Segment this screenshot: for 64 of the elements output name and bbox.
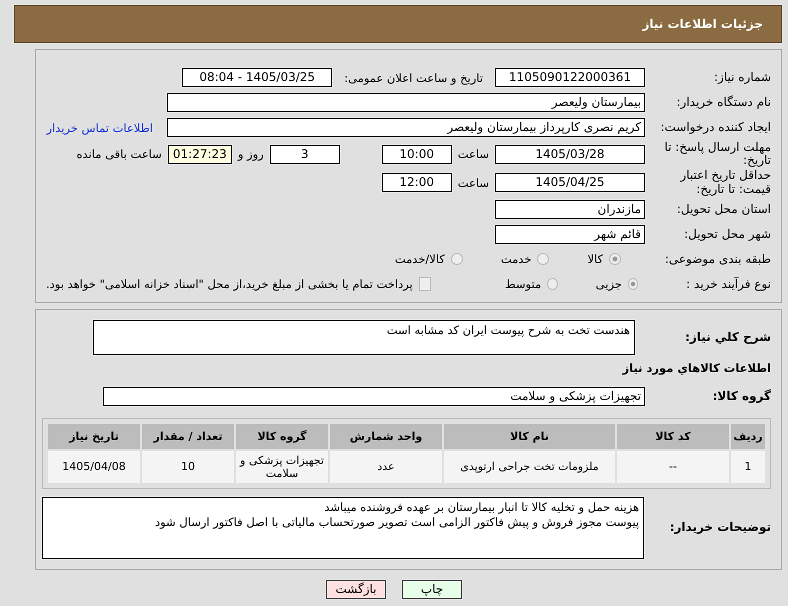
validity-date-field: 1405/04/25	[495, 173, 645, 192]
goods-group-field: تجهیزات پزشکی و سلامت	[103, 386, 645, 406]
province-field: مازندران	[495, 200, 645, 219]
page-title: جزئیات اطلاعات نیاز	[642, 17, 763, 31]
field-label: استان محل تحویل:	[676, 202, 771, 216]
buyer-org-field: بیمارستان ولیعصر	[167, 93, 645, 112]
deadline-time-field: 10:00	[382, 144, 452, 164]
column-header: کد کالا	[616, 422, 730, 450]
note-line: پیوست مجوز فروش و پیش فاکتور الزامی است تصویر صورتحساب مالیاتی با اصل فاکتور ارسال شود	[154, 514, 640, 530]
field-label: مهلت ارسال پاسخ: تا تاریخ:	[663, 141, 771, 168]
field-label: نام دستگاه خریدار:	[676, 96, 771, 110]
column-header: تعداد / مقدار	[141, 422, 235, 450]
radio-label: متوسط	[505, 277, 542, 292]
column-header: نام کالا	[443, 422, 616, 450]
section-title: اطلاعات کالاهاي مورد نياز	[621, 360, 771, 375]
radio-button[interactable]	[609, 253, 621, 266]
column-header: گروه کالا	[235, 422, 329, 450]
column-header: تاریخ نیاز	[47, 422, 141, 450]
radio-label: خدمت	[500, 252, 532, 266]
remaining-time-field: 01:27:23	[168, 144, 232, 164]
note-line: هزینه حمل و تخلیه کالا تا انبار بیمارستان بر عهده فروشنده میباشد	[323, 500, 640, 515]
deadline-date-field: 1405/03/28	[495, 144, 645, 164]
radio-button[interactable]	[537, 253, 550, 266]
field-label: گروه کالا:	[712, 390, 771, 403]
field-label: ایجاد کننده درخواست:	[659, 120, 771, 134]
table-cell: تجهیزات پزشکی و سلامت	[235, 450, 329, 484]
need-number-field: 1105090122000361	[495, 68, 645, 87]
days-field: 3	[270, 144, 340, 164]
column-header: ردیف	[730, 422, 766, 450]
validity-time-field: 12:00	[382, 173, 452, 192]
contact-link[interactable]: اطلاعات تماس خریدار	[46, 120, 153, 134]
radio-label: کالا	[587, 252, 603, 266]
field-label: طبقه بندی موضوعی:	[664, 252, 771, 266]
city-field: قائم شهر	[495, 224, 645, 244]
print-button[interactable]: چاپ	[402, 580, 462, 599]
table-cell: عدد	[329, 450, 443, 484]
field-label: حداقل تاریخ اعتبار قیمت: تا تاریخ:	[678, 169, 771, 196]
field-label: نوع فرآیند خرید :	[685, 278, 771, 291]
table-cell: 10	[141, 450, 235, 484]
table-cell: --	[616, 450, 730, 484]
field-label: تاریخ و ساعت اعلان عمومی:	[344, 70, 483, 84]
radio-label: کالا/خدمت	[394, 252, 445, 266]
radio-label: جزیی	[596, 277, 622, 292]
payment-note: پرداخت تمام یا بخشی از مبلغ خرید،از محل "اسناد خزانه اسلامی" خواهد بود.	[46, 277, 413, 292]
description-field: هندست تخت به شرح پیوست ایران کد مشابه است	[93, 320, 635, 355]
back-button[interactable]: بازگشت	[326, 580, 386, 599]
time-label: ساعت	[458, 147, 489, 162]
remaining-label: ساعت باقی مانده	[76, 147, 162, 162]
announce-date-field: 1405/03/25 - 08:04	[182, 68, 332, 87]
column-header: واحد شمارش	[329, 422, 443, 450]
field-label: توضیحات خریدار:	[668, 521, 771, 534]
radio-button[interactable]	[450, 253, 463, 266]
radio-button[interactable]	[628, 278, 638, 290]
table-cell: ملزومات تخت جراحی ارتوپدی	[443, 450, 616, 484]
table-cell: 1	[730, 450, 766, 484]
field-label: شهر محل تحویل:	[683, 228, 771, 241]
checkbox[interactable]	[418, 277, 431, 292]
field-label: شرح کلي نياز:	[684, 330, 771, 344]
table-cell: 1405/04/08	[47, 450, 141, 484]
time-label: ساعت	[458, 176, 489, 190]
field-label: شماره نیاز:	[713, 70, 771, 84]
radio-button[interactable]	[547, 278, 558, 290]
requester-field: کریم نصری کارپرداز بیمارستان ولیعصر	[167, 118, 645, 137]
days-label: روز و	[238, 147, 264, 162]
